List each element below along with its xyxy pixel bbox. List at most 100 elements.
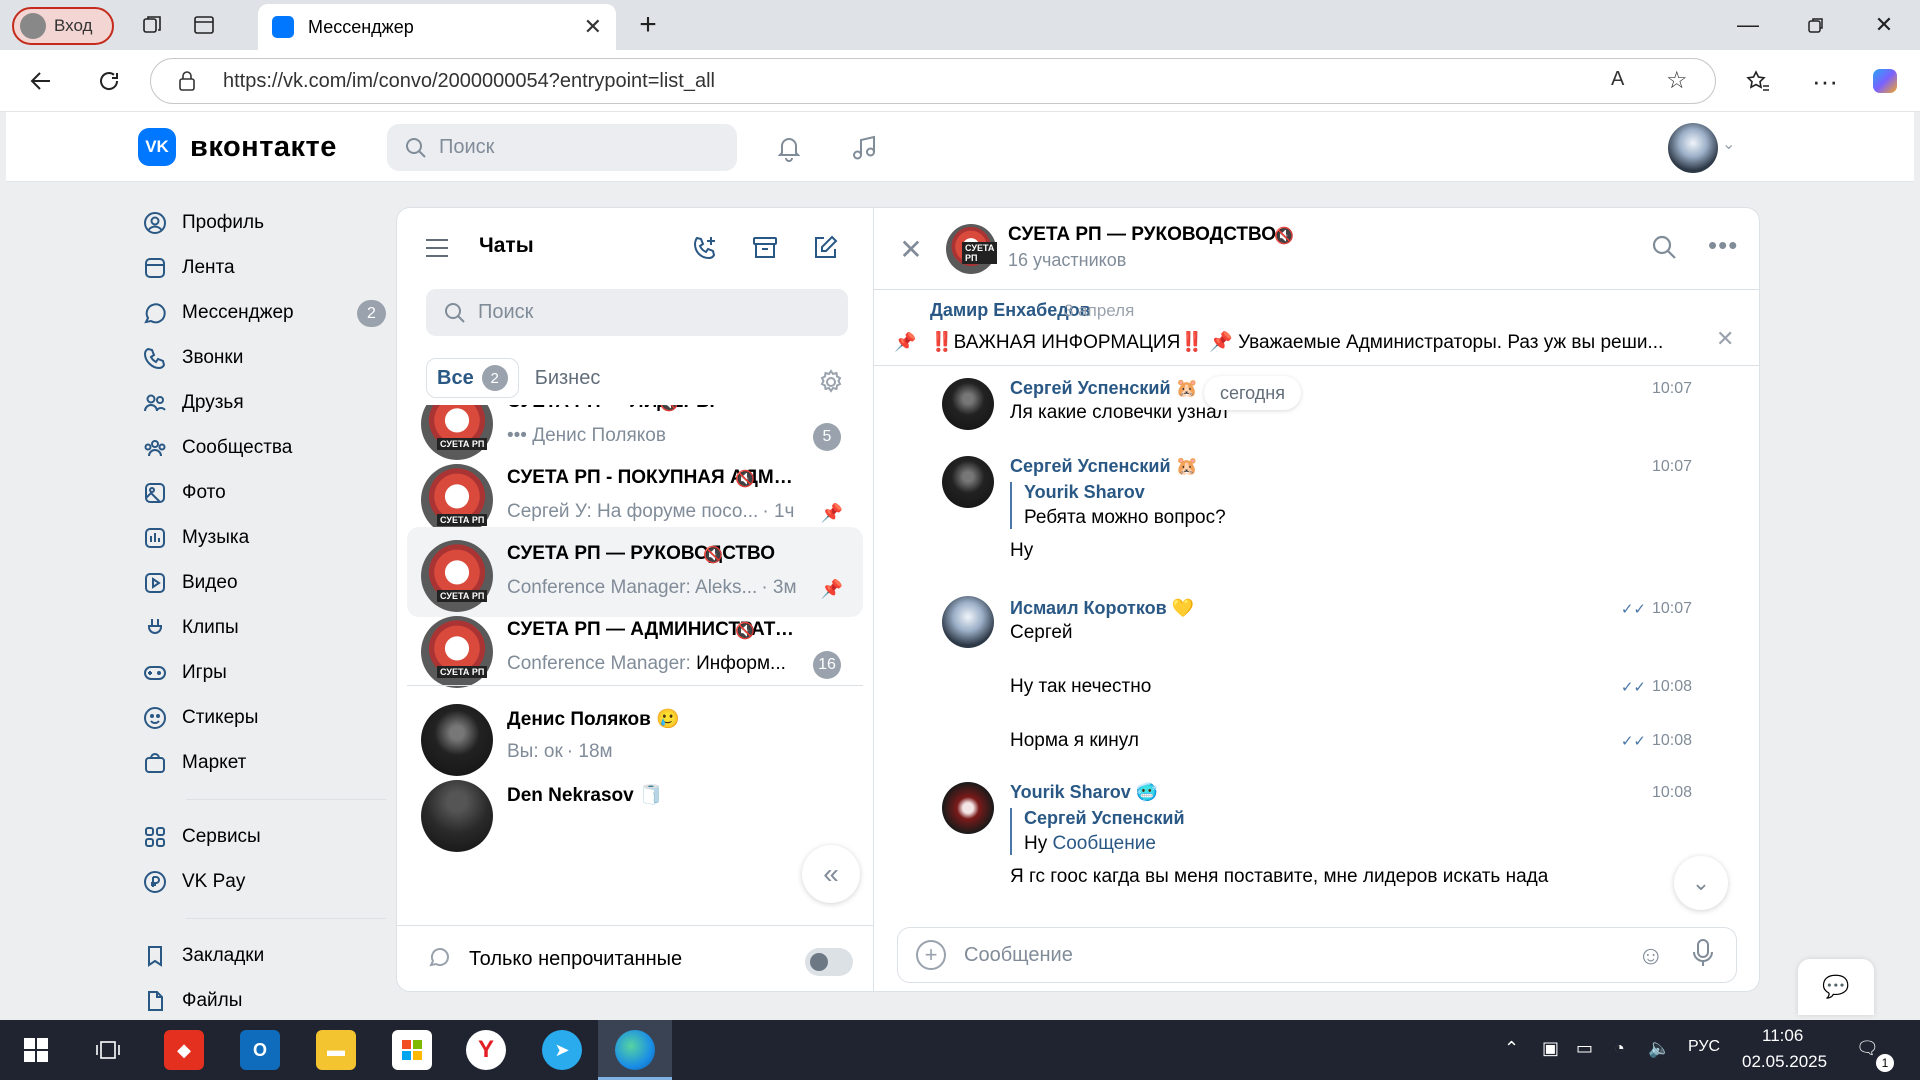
attach-plus-icon[interactable]: + — [916, 940, 946, 970]
notifications-bell-icon[interactable] — [773, 132, 805, 164]
clock-date[interactable]: 02.05.2025 — [1742, 1052, 1827, 1072]
floating-chat-button[interactable]: 💬 — [1798, 959, 1874, 1015]
new-tab-icon[interactable]: + — [634, 8, 662, 41]
message-input[interactable] — [964, 943, 1604, 967]
menu-item-friends[interactable]: Друзья — [142, 380, 386, 425]
menu-item-photo[interactable]: Фото — [142, 470, 386, 515]
reply-quote[interactable]: Yourik Sharov Ребята можно вопрос? — [1010, 482, 1226, 529]
reply-quote[interactable]: Сергей Успенский Ну Сообщение — [1010, 808, 1185, 855]
chat-list-item[interactable]: Den Nekrasov 🧻 — [407, 767, 863, 857]
tab-business[interactable]: Бизнес — [535, 367, 601, 390]
tab-close-icon[interactable]: ✕ — [584, 14, 602, 40]
menu-item-games[interactable]: Игры — [142, 650, 386, 695]
reply-attachment-link[interactable]: Сообщение — [1053, 833, 1156, 854]
wifi-icon[interactable]: ◔ — [1614, 1038, 1625, 1059]
telegram-icon[interactable]: ➤ — [542, 1030, 582, 1070]
compose-icon[interactable] — [809, 232, 841, 264]
menu-item-communities[interactable]: Сообщества — [142, 425, 386, 470]
outlook-app-icon[interactable]: O — [240, 1030, 280, 1070]
read-aloud-icon[interactable]: A — [1611, 68, 1624, 91]
browser-tab-messenger[interactable]: Мессенджер ✕ — [258, 4, 616, 50]
menu-item-services[interactable]: Сервисы — [142, 814, 386, 859]
task-view-icon[interactable] — [88, 1030, 128, 1070]
new-call-icon[interactable] — [689, 232, 721, 264]
menu-item-stickers[interactable]: Стикеры — [142, 695, 386, 740]
conversation-search-icon[interactable] — [1650, 233, 1682, 265]
back-icon[interactable] — [26, 66, 56, 96]
microphone-icon[interactable] — [1692, 938, 1714, 975]
conversation-title[interactable]: СУЕТА РП — РУКОВОДСТВО — [1008, 224, 1276, 246]
menu-item-feed[interactable]: Лента — [142, 245, 386, 290]
volume-muted-icon[interactable]: 🔈 — [1648, 1038, 1670, 1059]
tab-all[interactable]: Все 2 — [426, 358, 519, 398]
anydesk-app-icon[interactable]: ◆ — [164, 1030, 204, 1070]
message-avatar[interactable] — [942, 782, 994, 834]
pinned-message[interactable]: 📌 Дамир Енхабедов 3 апреля ‼️ВАЖНАЯ ИНФО… — [874, 290, 1759, 366]
settings-more-icon[interactable]: ··· — [1810, 66, 1840, 96]
message-author[interactable]: Исмаил Коротков 💛 — [1010, 598, 1194, 619]
vk-search-input[interactable]: Поиск — [387, 124, 737, 171]
chat-preview-text: Aleks... — [695, 577, 758, 598]
copilot-icon[interactable] — [1870, 66, 1900, 96]
more-options-icon[interactable]: ••• — [1708, 230, 1738, 261]
menu-item-phone[interactable]: Звонки — [142, 335, 386, 380]
scroll-to-bottom-button[interactable]: ⌄ — [1674, 856, 1728, 910]
unread-only-toggle[interactable] — [805, 948, 853, 976]
menu-item-bookmark[interactable]: Закладки — [142, 933, 386, 978]
menu-hamburger-icon[interactable] — [421, 232, 453, 264]
collapse-chat-list-button[interactable]: « — [802, 845, 860, 903]
conversation-members[interactable]: 16 участников — [1008, 250, 1126, 271]
address-bar[interactable]: https://vk.com/im/convo/2000000054?entry… — [150, 58, 1716, 104]
menu-item-music[interactable]: Музыка — [142, 515, 386, 560]
unpin-close-icon[interactable]: ✕ — [1716, 326, 1734, 352]
message-avatar[interactable] — [942, 596, 994, 648]
close-conversation-icon[interactable]: ✕ — [896, 234, 926, 265]
menu-item-clips[interactable]: Клипы — [142, 605, 386, 650]
meet-now-icon[interactable]: ▣ — [1542, 1038, 1559, 1059]
menu-item-market[interactable]: Маркет — [142, 740, 386, 785]
message-author[interactable]: Сергей Успенский 🐹 — [1010, 378, 1198, 399]
minimize-icon[interactable]: — — [1728, 10, 1768, 40]
input-language[interactable]: РУС — [1688, 1038, 1720, 1056]
music-player-icon[interactable] — [849, 132, 881, 164]
tab-actions-icon[interactable] — [190, 11, 218, 39]
yandex-browser-icon[interactable]: Y — [466, 1030, 506, 1070]
battery-icon[interactable]: ▭ — [1576, 1038, 1593, 1059]
restore-icon[interactable] — [1796, 10, 1836, 40]
user-avatar[interactable] — [1668, 123, 1718, 173]
clock-time[interactable]: 11:06 — [1762, 1026, 1803, 1046]
menu-item-label: Лента — [182, 256, 235, 278]
favorite-star-icon[interactable]: ☆ — [1666, 66, 1688, 95]
video-icon — [142, 570, 168, 596]
browser-profile-button[interactable]: Вход — [12, 7, 114, 45]
message-author[interactable]: Сергей Успенский 🐹 — [1010, 456, 1198, 477]
chat-preview-text: Информ... — [696, 653, 786, 674]
edge-browser-icon[interactable] — [615, 1030, 655, 1070]
chevron-down-icon[interactable]: ⌄ — [1722, 134, 1735, 154]
archive-icon[interactable] — [749, 232, 781, 264]
menu-item-video[interactable]: Видео — [142, 560, 386, 605]
chat-list-item[interactable]: СУЕТА РП — АДМИНИСТРАТО...🔇Conference Ma… — [407, 603, 863, 693]
store-app-icon[interactable] — [392, 1030, 432, 1070]
message-author[interactable]: Yourik Sharov 🥶 — [1010, 782, 1158, 803]
notification-center-icon[interactable]: 🗨 — [1856, 1038, 1879, 1059]
menu-item-profile[interactable]: Профиль — [142, 200, 386, 245]
menu-item-messenger[interactable]: Мессенджер 2 — [142, 290, 386, 335]
chat-search-input[interactable]: Поиск — [426, 289, 848, 336]
menu-item-vkpay[interactable]: VK Pay — [142, 859, 386, 904]
message-avatar[interactable] — [942, 378, 994, 430]
conversation-avatar[interactable] — [946, 224, 998, 274]
menu-item-files[interactable]: Файлы — [142, 978, 386, 1020]
file-explorer-icon[interactable]: ▬ — [316, 1030, 356, 1070]
message-avatar[interactable] — [942, 456, 994, 508]
workspaces-icon[interactable] — [139, 11, 167, 39]
favorites-icon[interactable] — [1743, 66, 1773, 96]
tray-overflow-chevron-icon[interactable]: ⌃ — [1504, 1038, 1519, 1059]
close-window-icon[interactable]: ✕ — [1864, 10, 1904, 40]
start-windows-icon[interactable] — [16, 1030, 56, 1070]
chat-settings-gear-icon[interactable] — [817, 368, 845, 396]
vk-logo[interactable]: VK вконтакте — [138, 128, 337, 166]
lock-icon[interactable] — [177, 70, 197, 98]
reload-icon[interactable] — [94, 66, 124, 96]
emoji-smile-icon[interactable]: ☺ — [1637, 940, 1664, 971]
